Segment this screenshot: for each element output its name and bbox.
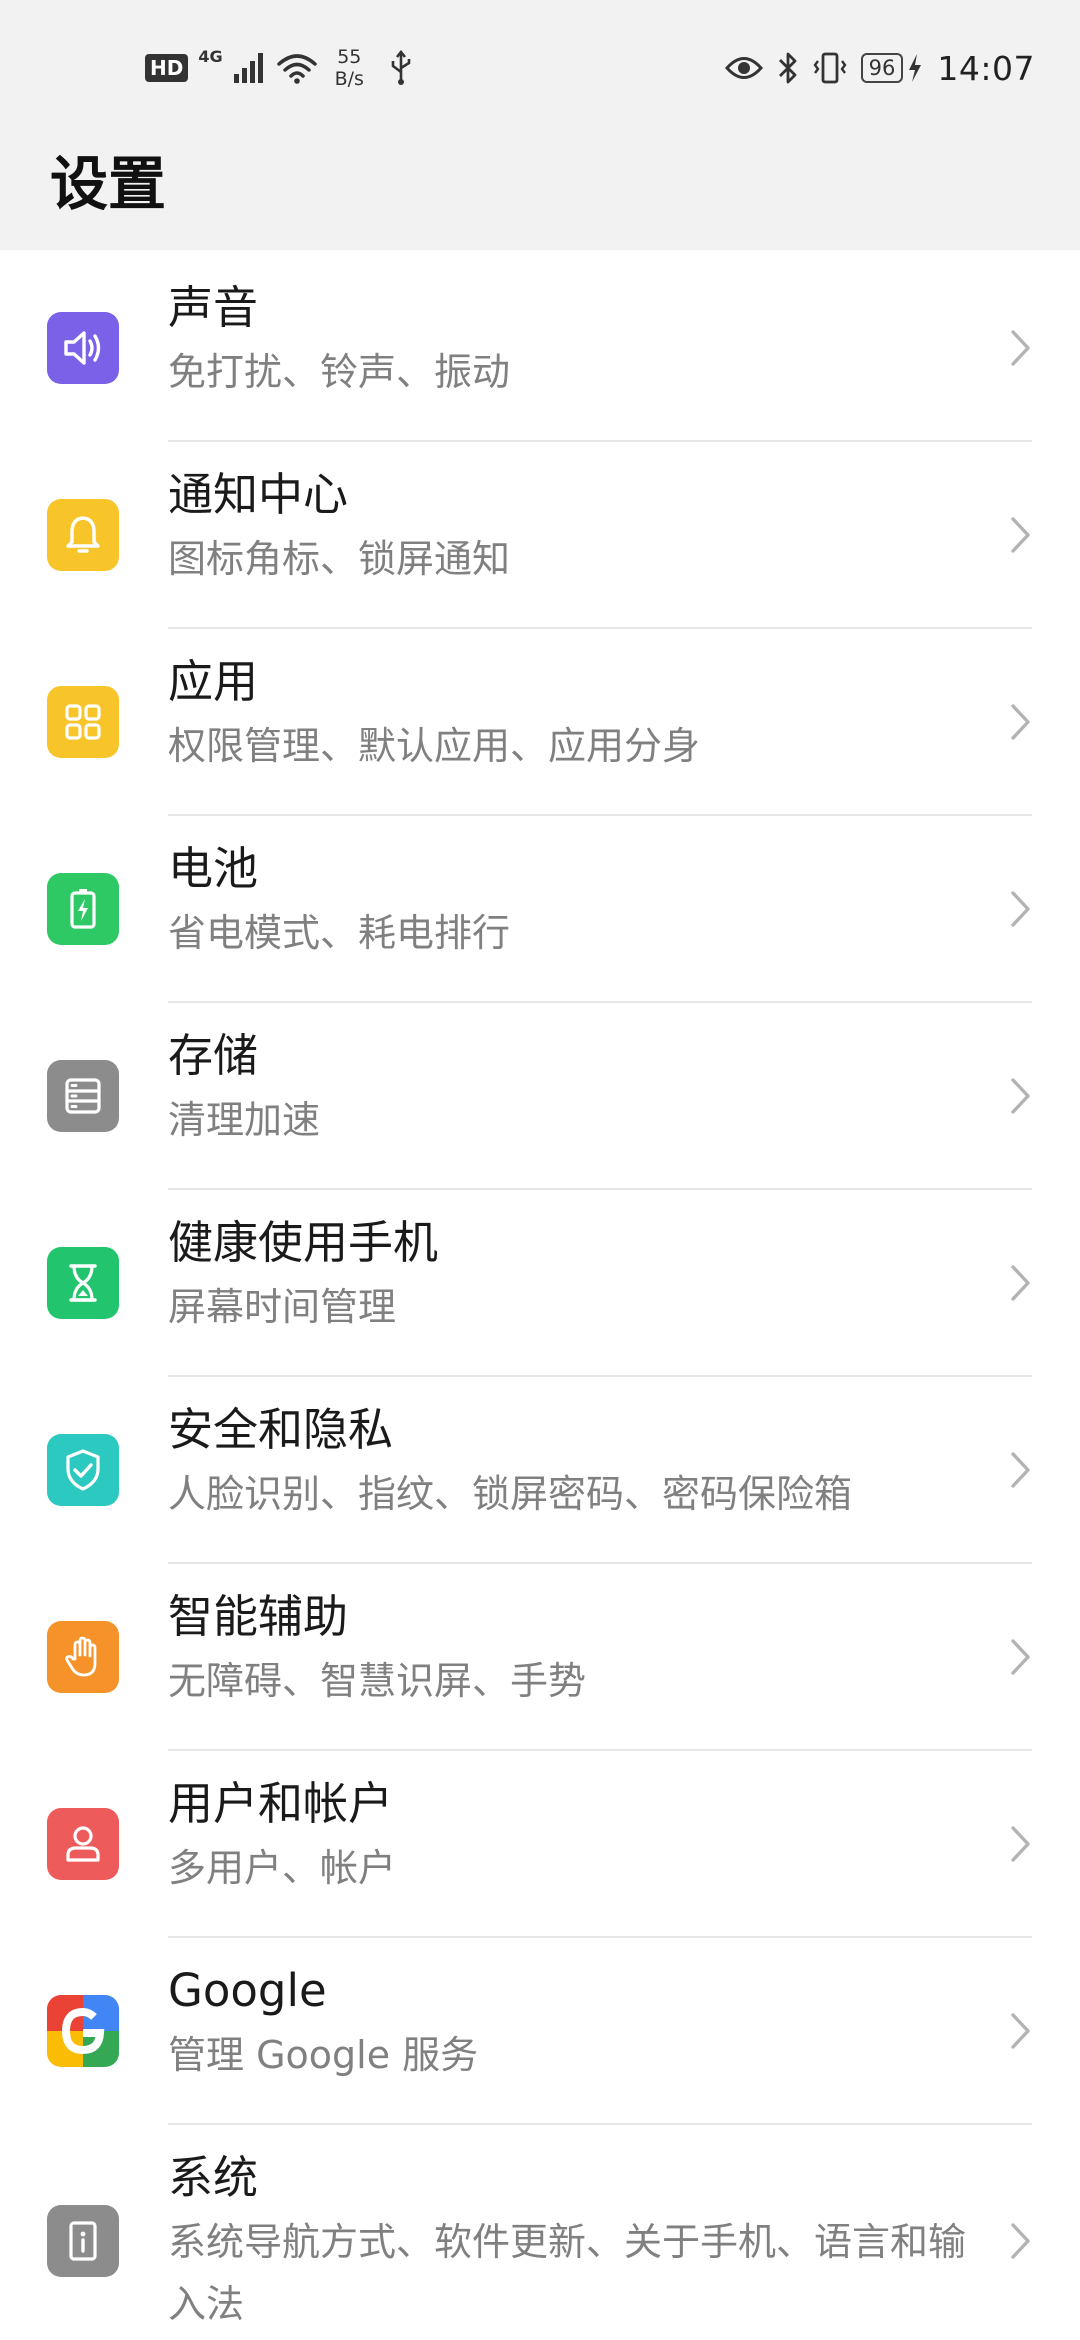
settings-item-subtitle: 权限管理、默认应用、应用分身 — [168, 724, 701, 768]
settings-item-subtitle: 省电模式、耗电排行 — [168, 911, 511, 955]
settings-item-subtitle: 管理 Google 服务 — [168, 2033, 479, 2077]
settings-item-notifications[interactable]: 通知中心 图标角标、锁屏通知 — [0, 442, 1080, 627]
chevron-right-icon — [1007, 1822, 1035, 1866]
speaker-icon — [47, 311, 119, 384]
chevron-right-icon — [1007, 1635, 1035, 1679]
settings-item-text: 用户和帐户 多用户、帐户 — [168, 1773, 980, 1899]
chevron-right-icon — [1007, 1261, 1035, 1305]
clock: 14:07 — [937, 48, 1035, 88]
signal-icon — [233, 53, 263, 83]
battery-indicator: 96 — [860, 53, 924, 83]
settings-item-subtitle: 清理加速 — [168, 1098, 321, 1142]
settings-item-title: 用户和帐户 — [168, 1777, 394, 1830]
chevron-right-icon — [1007, 513, 1035, 557]
bell-icon — [47, 498, 119, 571]
settings-item-title: 声音 — [168, 281, 259, 334]
settings-item-system[interactable]: 系统 系统导航方式、软件更新、关于手机、语言和输入法 — [0, 2125, 1080, 2340]
chevron-right-icon — [1007, 1448, 1035, 1492]
page-title: 设置 — [50, 150, 167, 218]
settings-item-title: 电池 — [168, 842, 259, 895]
google-icon — [47, 1994, 119, 2067]
vibrate-icon — [813, 52, 847, 84]
bluetooth-icon — [778, 52, 797, 84]
header-area: HD 4G 55 B/s 96 14:07 设置 — [0, 0, 1080, 250]
settings-item-text: 电池 省电模式、耗电排行 — [168, 838, 980, 964]
eye-icon — [724, 57, 763, 79]
settings-item-text: 智能辅助 无障碍、智慧识屏、手势 — [168, 1586, 980, 1712]
settings-item-text: 系统 系统导航方式、软件更新、关于手机、语言和输入法 — [168, 2147, 980, 2335]
settings-item-subtitle: 人脸识别、指纹、锁屏密码、密码保险箱 — [168, 1472, 853, 1516]
settings-item-subtitle: 系统导航方式、软件更新、关于手机、语言和输入法 — [168, 2220, 967, 2326]
storage-icon — [47, 1059, 119, 1132]
settings-item-subtitle: 屏幕时间管理 — [168, 1285, 397, 1329]
settings-item-users-accounts[interactable]: 用户和帐户 多用户、帐户 — [0, 1751, 1080, 1936]
chevron-right-icon — [1007, 1074, 1035, 1118]
status-left: HD 4G 55 B/s — [145, 40, 414, 96]
usb-icon — [391, 50, 411, 85]
settings-screen: HD 4G 55 B/s 96 14:07 设置 声音 免打扰、铃声、振动 通知… — [0, 0, 1080, 2340]
speed-unit: B/s — [334, 68, 364, 90]
settings-item-text: 健康使用手机 屏幕时间管理 — [168, 1212, 980, 1338]
settings-item-title: 存储 — [168, 1029, 259, 1082]
settings-item-battery[interactable]: 电池 省电模式、耗电排行 — [0, 816, 1080, 1001]
settings-item-title: 应用 — [168, 655, 259, 708]
charging-bolt-icon — [909, 54, 922, 82]
chevron-right-icon — [1007, 326, 1035, 370]
settings-item-title: 通知中心 — [168, 468, 349, 521]
settings-item-subtitle: 多用户、帐户 — [168, 1846, 397, 1890]
battery-level: 96 — [860, 53, 904, 83]
network-type: 4G — [198, 46, 223, 66]
settings-item-subtitle: 免打扰、铃声、振动 — [168, 350, 511, 394]
settings-item-google[interactable]: Google 管理 Google 服务 — [0, 1938, 1080, 2123]
settings-item-title: 智能辅助 — [168, 1590, 349, 1643]
settings-item-text: Google 管理 Google 服务 — [168, 1960, 980, 2086]
settings-item-title: 安全和隐私 — [168, 1403, 394, 1456]
hd-badge: HD — [145, 54, 189, 82]
user-icon — [47, 1807, 119, 1880]
settings-item-subtitle: 无障碍、智慧识屏、手势 — [168, 1659, 587, 1703]
settings-item-text: 存储 清理加速 — [168, 1025, 980, 1151]
settings-item-digital-balance[interactable]: 健康使用手机 屏幕时间管理 — [0, 1190, 1080, 1375]
settings-item-text: 应用 权限管理、默认应用、应用分身 — [168, 651, 980, 777]
settings-item-title: Google — [168, 1964, 327, 2017]
status-bar: HD 4G 55 B/s 96 14:07 — [0, 0, 1080, 132]
settings-list: 声音 免打扰、铃声、振动 通知中心 图标角标、锁屏通知 应用 权限管理、默认应用… — [0, 255, 1080, 2340]
battery-icon — [47, 872, 119, 945]
settings-item-title: 系统 — [168, 2151, 259, 2204]
settings-item-text: 声音 免打扰、铃声、振动 — [168, 277, 980, 403]
status-right: 96 14:07 — [724, 40, 1035, 96]
settings-item-text: 通知中心 图标角标、锁屏通知 — [168, 464, 980, 590]
network-speed: 55 B/s — [335, 46, 364, 90]
settings-item-title: 健康使用手机 — [168, 1216, 439, 1269]
settings-item-subtitle: 图标角标、锁屏通知 — [168, 537, 511, 581]
hourglass-icon — [47, 1246, 119, 1319]
settings-item-apps[interactable]: 应用 权限管理、默认应用、应用分身 — [0, 629, 1080, 814]
settings-item-smart-assistance[interactable]: 智能辅助 无障碍、智慧识屏、手势 — [0, 1564, 1080, 1749]
settings-item-storage[interactable]: 存储 清理加速 — [0, 1003, 1080, 1188]
chevron-right-icon — [1007, 2219, 1035, 2263]
chevron-right-icon — [1007, 887, 1035, 931]
apps-grid-icon — [47, 685, 119, 758]
wifi-icon — [276, 54, 317, 84]
settings-item-text: 安全和隐私 人脸识别、指纹、锁屏密码、密码保险箱 — [168, 1399, 980, 1525]
hand-icon — [47, 1620, 119, 1693]
speed-value: 55 — [337, 46, 362, 68]
settings-item-security-privacy[interactable]: 安全和隐私 人脸识别、指纹、锁屏密码、密码保险箱 — [0, 1377, 1080, 1562]
chevron-right-icon — [1007, 700, 1035, 744]
system-icon — [47, 2205, 119, 2277]
shield-check-icon — [47, 1433, 119, 1506]
settings-item-sound[interactable]: 声音 免打扰、铃声、振动 — [0, 255, 1080, 440]
chevron-right-icon — [1007, 2009, 1035, 2053]
